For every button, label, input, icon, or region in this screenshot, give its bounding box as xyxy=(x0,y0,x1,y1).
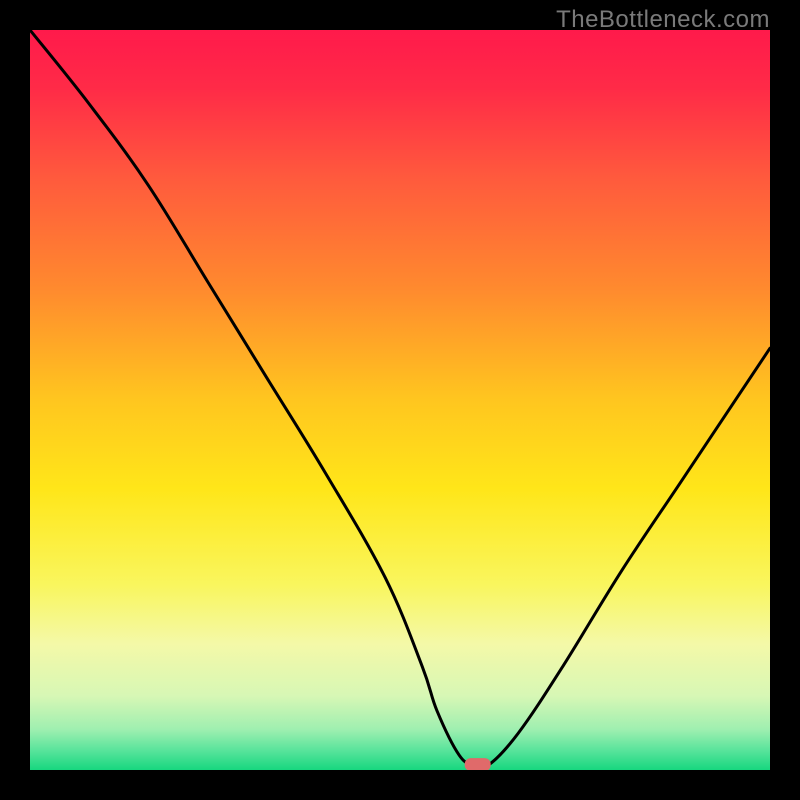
optimal-marker xyxy=(465,758,491,770)
chart-svg xyxy=(30,30,770,770)
chart-frame: TheBottleneck.com xyxy=(0,0,800,800)
plot-area xyxy=(30,30,770,770)
gradient-background xyxy=(30,30,770,770)
